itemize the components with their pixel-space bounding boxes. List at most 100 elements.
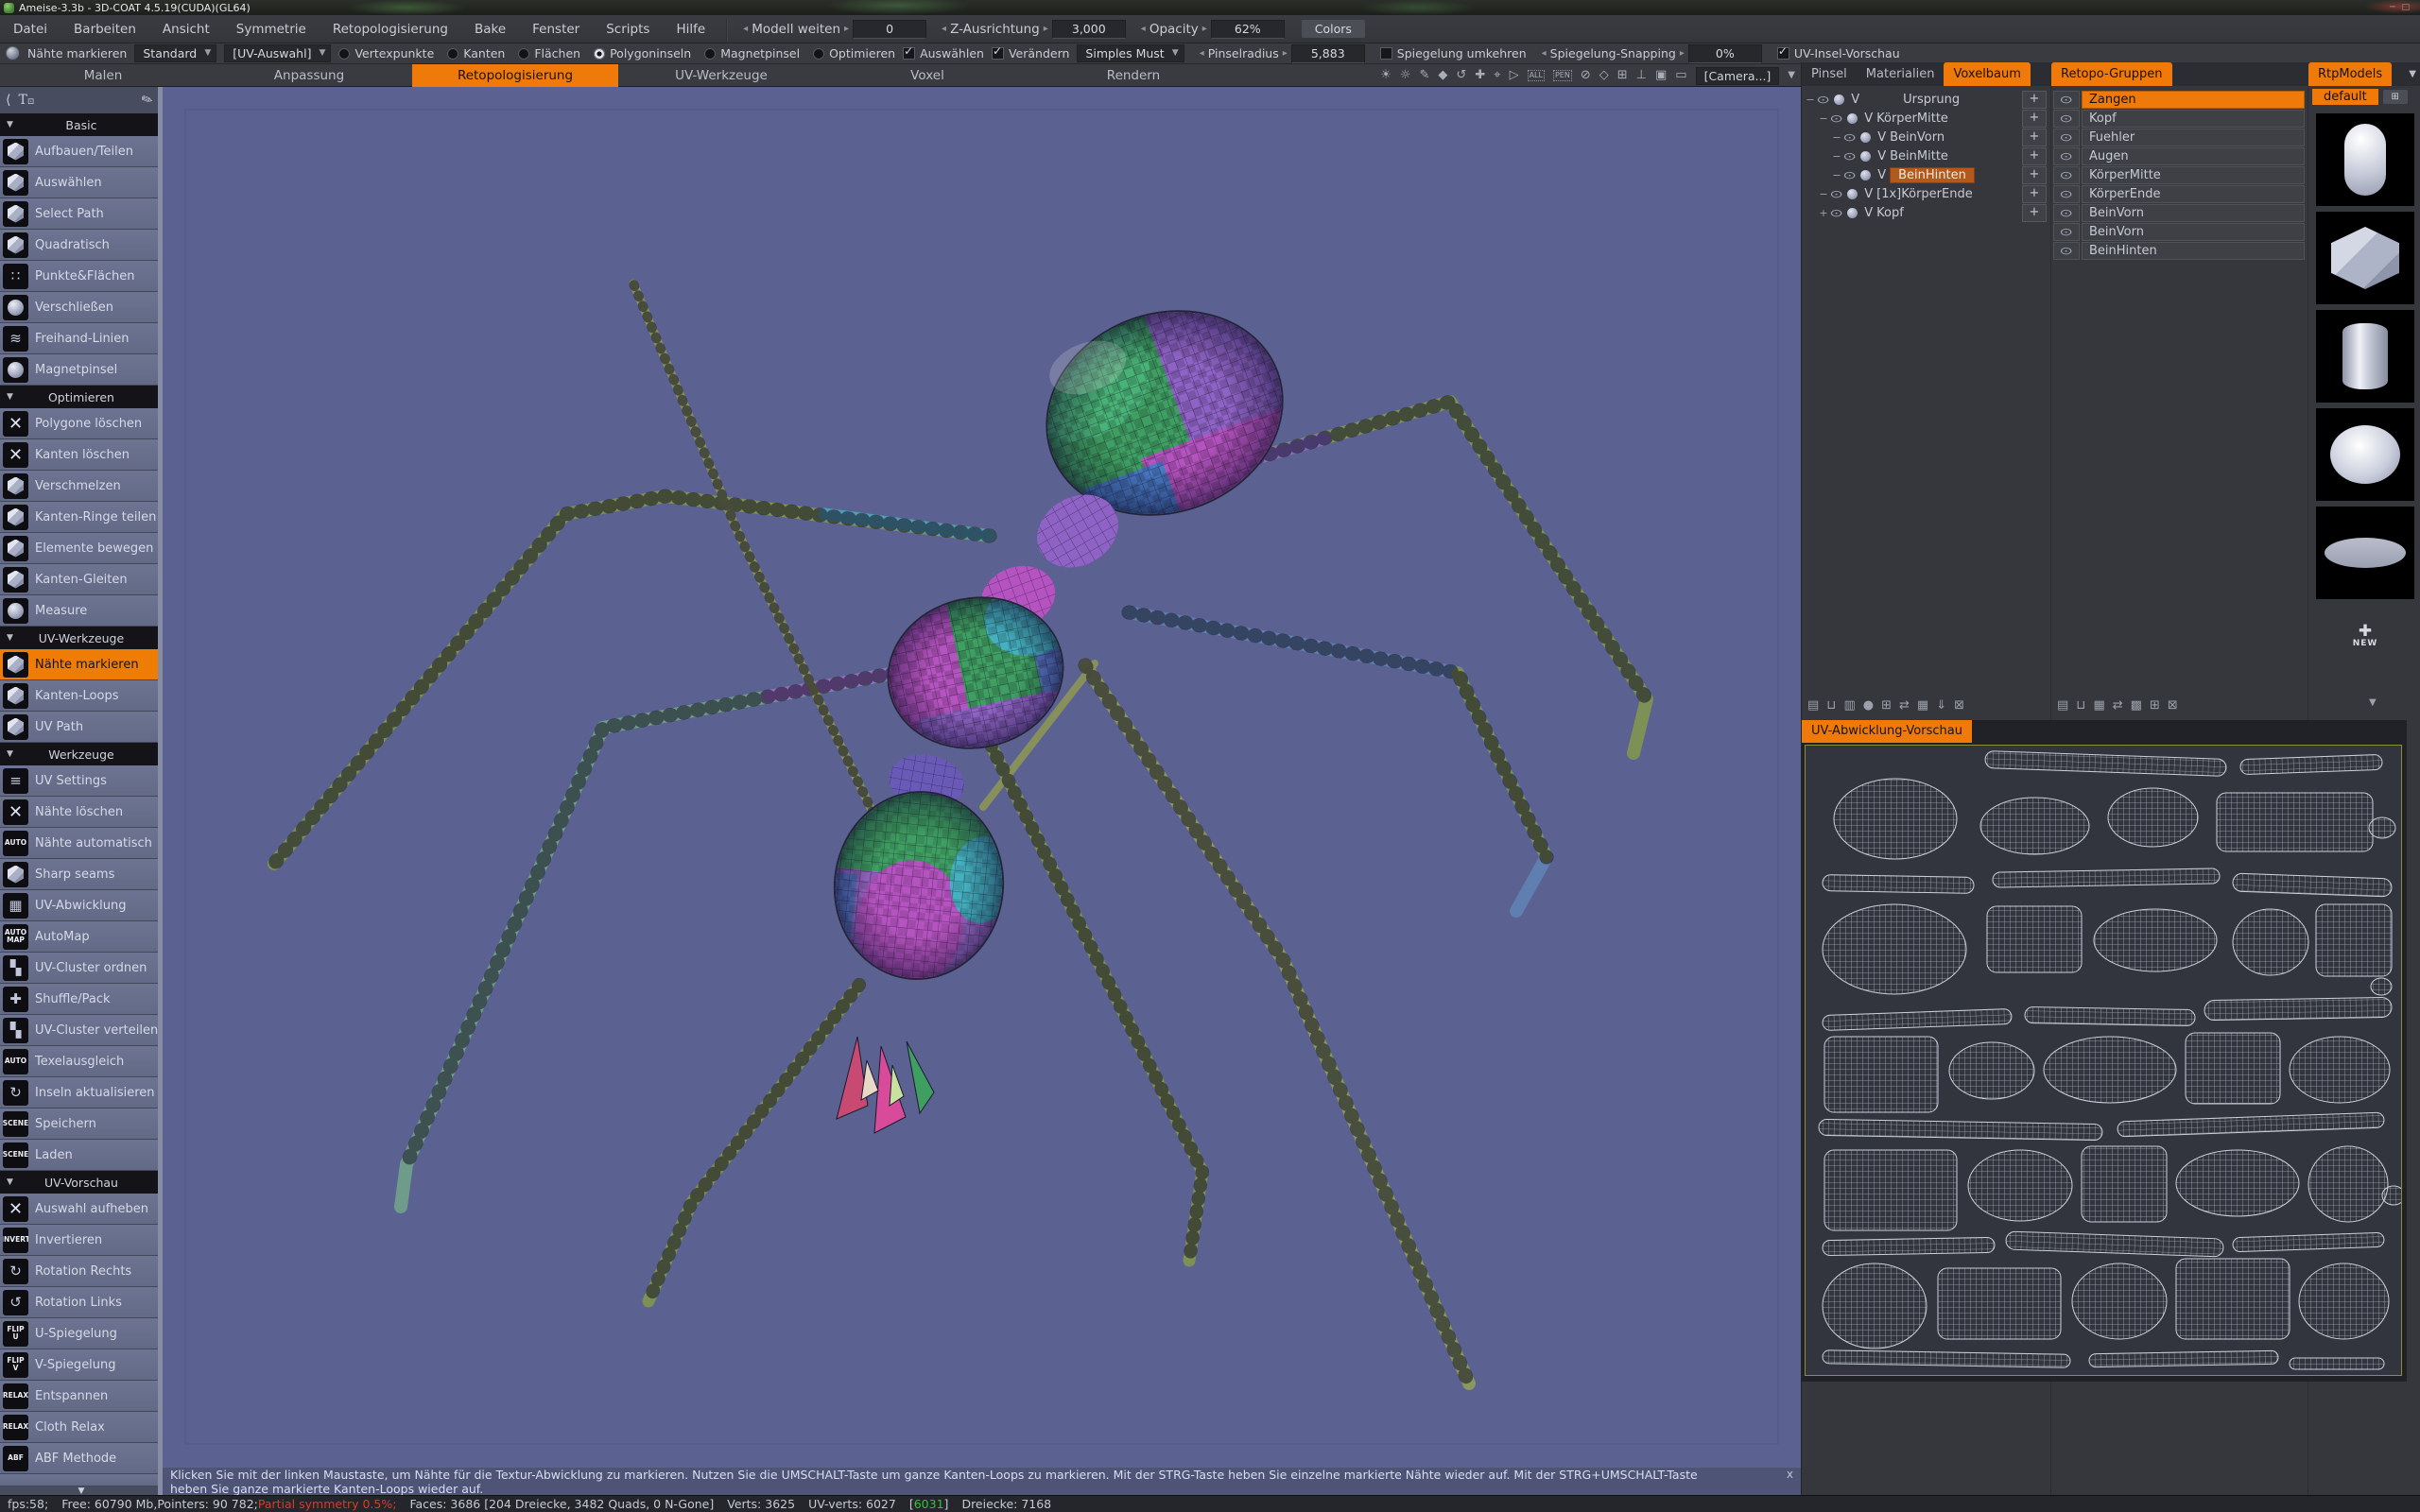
- add-child-button[interactable]: +: [2022, 110, 2047, 128]
- sidebar-item-kanten-ringe-teilen[interactable]: Kanten-Ringe teilen: [0, 502, 163, 533]
- camera-dropdown[interactable]: [Camera...]: [1696, 67, 1780, 85]
- sidebar-item-abf-methode[interactable]: ABFABF Methode: [0, 1443, 163, 1474]
- retopo-group-name[interactable]: BeinVorn: [2082, 204, 2305, 222]
- volume-sphere-icon[interactable]: [1834, 94, 1844, 105]
- axis-icon[interactable]: ⊥: [1636, 64, 1647, 87]
- rtp-model-disc[interactable]: [2316, 507, 2414, 599]
- volume-sphere-icon[interactable]: [1847, 189, 1858, 199]
- decrement-arrow-icon[interactable]: ◂: [942, 24, 946, 34]
- collapse-arrow-icon[interactable]: ▼: [7, 120, 13, 129]
- increment-arrow-icon[interactable]: ▸: [1044, 24, 1048, 34]
- opacity-stepper[interactable]: ◂ Opacity ▸ 62%: [1141, 20, 1285, 39]
- copy-icon[interactable]: ▥: [1843, 698, 1855, 713]
- radio-vertexpunkte[interactable]: Vertexpunkte: [338, 46, 434, 60]
- retopo-group-row[interactable]: ⊙Fuehler: [2051, 128, 2308, 146]
- image-icon[interactable]: ▭: [1675, 64, 1686, 87]
- sidebar-item-kanten-loops[interactable]: Kanten-Loops: [0, 680, 163, 712]
- colors-button[interactable]: Colors: [1302, 20, 1365, 38]
- add-child-button[interactable]: +: [2022, 185, 2047, 203]
- checkbox-icon[interactable]: [1777, 47, 1789, 60]
- voxel-layer-name[interactable]: Ursprung: [1903, 93, 1960, 107]
- model-widen-value[interactable]: 0: [853, 20, 926, 39]
- pattern-dropdown[interactable]: Simples Must▼: [1077, 44, 1184, 62]
- edit-icon[interactable]: ✎: [1420, 64, 1430, 87]
- sidebar-item-freihand-linien[interactable]: ≋Freihand-Linien: [0, 323, 163, 354]
- tab-anpassung[interactable]: Anpassung: [206, 64, 412, 87]
- menu-barbeiten[interactable]: Barbeiten: [60, 15, 149, 43]
- retopo-group-name[interactable]: Fuehler: [2082, 129, 2305, 146]
- bracket-icon[interactable]: ⟨: [6, 93, 10, 108]
- radio-icon[interactable]: [447, 48, 458, 60]
- retopo-group-row[interactable]: ⊙Augen: [2051, 146, 2308, 165]
- select-checkbox[interactable]: Auswählen: [903, 46, 984, 60]
- voxel-layer-name[interactable]: [1x]KörperEnde: [1876, 187, 1973, 201]
- sidebar-item-magnetpinsel[interactable]: Magnetpinsel: [0, 354, 163, 386]
- voxel-tree-row[interactable]: −⊙VKörperMitte+: [1802, 109, 2050, 128]
- checkbox-icon[interactable]: [1380, 47, 1392, 60]
- volume-sphere-icon[interactable]: [1847, 208, 1858, 218]
- sidebar-item-laden[interactable]: SCENELaden: [0, 1140, 163, 1171]
- checkbox-icon[interactable]: [992, 47, 1004, 60]
- menu-hilfe[interactable]: Hilfe: [663, 15, 718, 43]
- tab-malen[interactable]: Malen: [0, 64, 206, 87]
- sidebar-section-optimieren[interactable]: ▼Optimieren: [0, 386, 163, 408]
- mirror-snapping-value[interactable]: 0%: [1688, 44, 1762, 63]
- voxel-tree-row[interactable]: −⊙VBeinVorn+: [1802, 128, 2050, 146]
- radio-icon[interactable]: [704, 48, 716, 60]
- sidebar-item-speichern[interactable]: SCENESpeichern: [0, 1108, 163, 1140]
- tab-retopo-gruppen[interactable]: Retopo-Gruppen: [2051, 62, 2172, 86]
- close-icon[interactable]: ⊠: [1954, 698, 1964, 713]
- sidebar-item-shuffle-pack[interactable]: ✚Shuffle/Pack: [0, 984, 163, 1015]
- cell-icon[interactable]: ⊞: [2150, 698, 2160, 713]
- sidebar-item-elemente-bewegen[interactable]: Elemente bewegen: [0, 533, 163, 564]
- menu-retopologisierung[interactable]: Retopologisierung: [320, 15, 461, 43]
- sidebar-item-quadratisch[interactable]: Quadratisch: [0, 230, 163, 261]
- retopo-group-row[interactable]: ⊙BeinVorn: [2051, 203, 2308, 222]
- new-icon[interactable]: ▤: [2057, 698, 2068, 713]
- sidebar-section-werkzeuge[interactable]: ▼Werkzeuge: [0, 743, 163, 765]
- trash-icon[interactable]: ⊔: [2076, 698, 2085, 713]
- sidebar-item-automap[interactable]: AUTO MAPAutoMap: [0, 921, 163, 953]
- visibility-eye-icon[interactable]: ⊙: [2053, 204, 2080, 222]
- grid-icon[interactable]: ⊞: [1617, 64, 1628, 87]
- grid-icon[interactable]: ▦: [1917, 698, 1928, 713]
- visibility-eye-icon[interactable]: ⊙: [1842, 131, 1857, 144]
- tab-uv-werkzeuge[interactable]: UV-Werkzeuge: [618, 64, 824, 87]
- collapse-icon[interactable]: −: [1832, 131, 1841, 144]
- all-icon[interactable]: ALL: [1528, 70, 1545, 81]
- import-icon[interactable]: ⇓: [1936, 698, 1946, 713]
- sidebar-item-u-spiegelung[interactable]: FLIP UU-Spiegelung: [0, 1318, 163, 1349]
- collapse-icon[interactable]: −: [1819, 188, 1828, 200]
- z-align-value[interactable]: 3,000: [1052, 20, 1126, 39]
- swap-icon[interactable]: ⇄: [1899, 698, 1910, 713]
- decrement-arrow-icon[interactable]: ◂: [1141, 24, 1146, 34]
- volume-sphere-icon[interactable]: [1860, 151, 1871, 162]
- voxel-layer-name[interactable]: Kopf: [1876, 206, 1904, 220]
- radio-icon[interactable]: [518, 48, 529, 60]
- retopo-group-row[interactable]: ⊙KörperMitte: [2051, 165, 2308, 184]
- rtp-model-capsule[interactable]: [2316, 113, 2414, 206]
- retopo-group-row[interactable]: ⊙KörperEnde: [2051, 184, 2308, 203]
- voxel-tree-row[interactable]: −⊙V[1x]KörperEnde+: [1802, 184, 2050, 203]
- pen-icon[interactable]: ✎: [139, 91, 155, 109]
- collapse-arrow-icon[interactable]: ▼: [7, 633, 13, 643]
- viewport-3d[interactable]: [163, 87, 1801, 1495]
- uv-layout-canvas[interactable]: [1805, 745, 2402, 1376]
- maximize-button[interactable]: □: [2401, 3, 2410, 12]
- close-icon[interactable]: ⊠: [2168, 698, 2178, 713]
- increment-arrow-icon[interactable]: ▸: [1202, 24, 1207, 34]
- sidebar-item-nähte-löschen[interactable]: ✕Nähte löschen: [0, 797, 163, 828]
- radio-icon[interactable]: [594, 48, 605, 60]
- menu-fenster[interactable]: Fenster: [519, 15, 593, 43]
- sidebar-item-measure[interactable]: Measure: [0, 595, 163, 627]
- chevron-down-icon[interactable]: ▼: [2369, 697, 2377, 708]
- sidebar-item-kanten-gleiten[interactable]: Kanten-Gleiten: [0, 564, 163, 595]
- retopo-group-row[interactable]: ⊙BeinHinten: [2051, 241, 2308, 260]
- sidebar-item-verschließen[interactable]: Verschließen: [0, 292, 163, 323]
- brush-radius-value[interactable]: 5,883: [1291, 44, 1365, 63]
- visibility-eye-icon[interactable]: ⊙: [2053, 147, 2080, 165]
- target-icon[interactable]: ⌖: [1494, 64, 1500, 87]
- add-preset-icon[interactable]: ⊞: [2383, 90, 2408, 104]
- retopo-group-row[interactable]: ⊙Kopf: [2051, 109, 2308, 128]
- sheet-icon[interactable]: ⊞: [1881, 698, 1892, 713]
